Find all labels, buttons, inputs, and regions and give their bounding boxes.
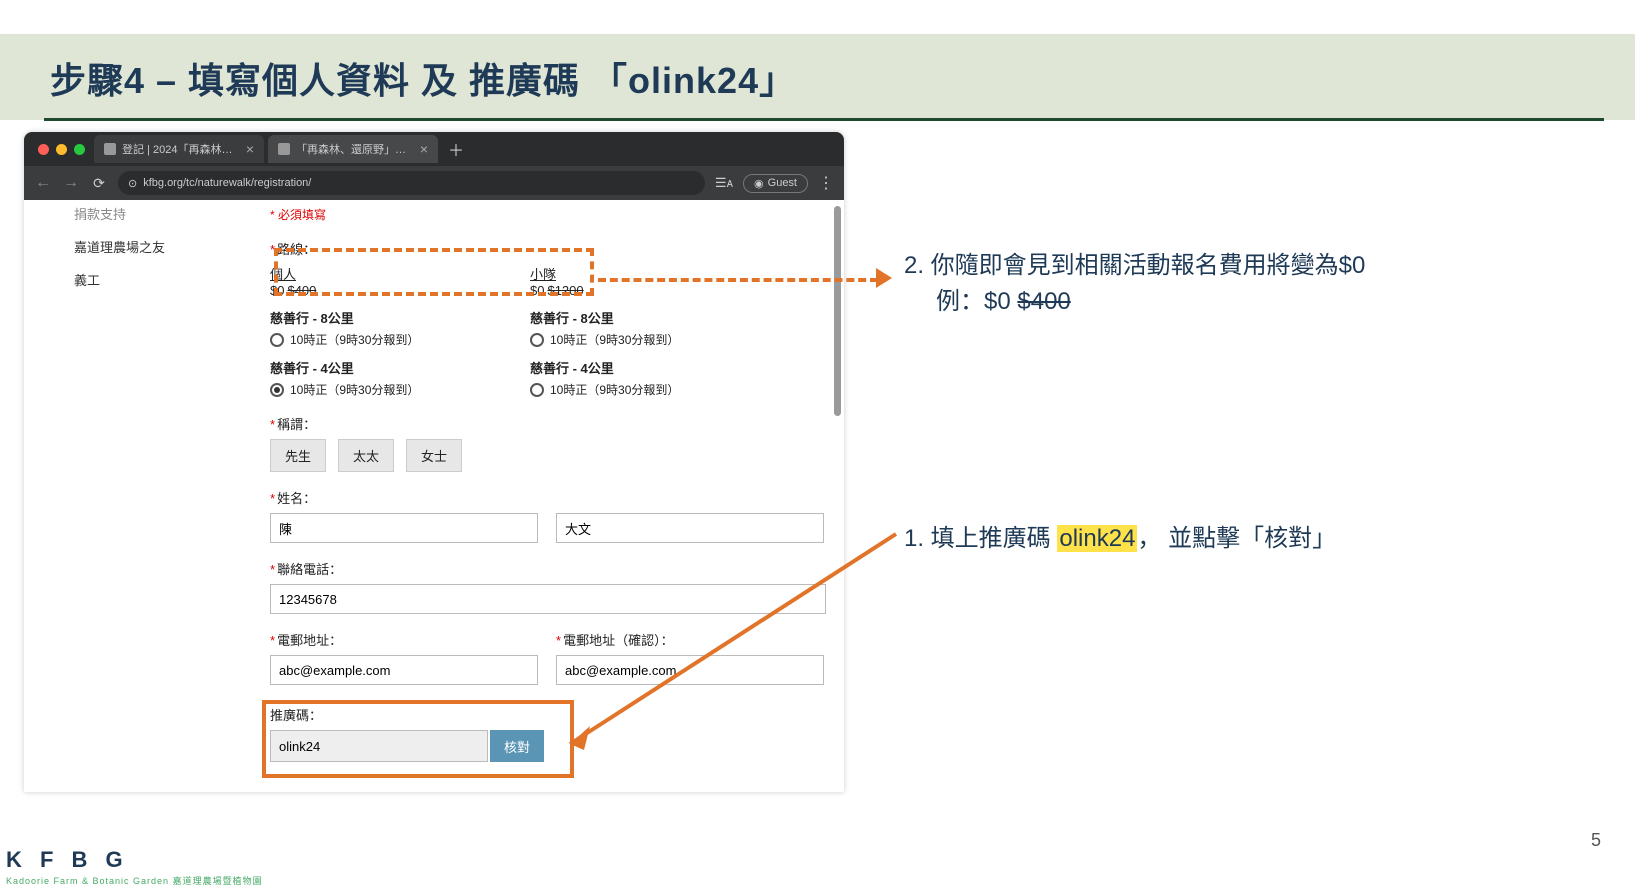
annotation-2: 2. 你隨即會見到相關活動報名費用將變為$0 例：$0 $400 xyxy=(904,248,1365,320)
annotation-2-line1: 2. 你隨即會見到相關活動報名費用將變為$0 xyxy=(904,248,1365,284)
salutation-ms[interactable]: 女士 xyxy=(406,439,462,472)
tab-bar: 登記 | 2024「再森林．還原野」 × 「再森林、還原野」慈善行及跑 × ＋ xyxy=(94,132,464,166)
minimize-icon[interactable] xyxy=(56,144,67,155)
radio-icon xyxy=(270,333,284,347)
salutation-label: *稱謂： xyxy=(270,414,830,433)
annotation-1: 1. 填上推廣碼 olink24， 並點擊「核對」 xyxy=(904,518,1336,553)
dash-arrow xyxy=(598,278,878,282)
sidebar-item[interactable]: 嘉道理農場之友 xyxy=(74,237,194,256)
sidebar-item[interactable]: 捐款支持 xyxy=(74,204,194,223)
lock-icon: ⊙ xyxy=(128,177,137,190)
annotation-1-prefix: 1. 填上推廣碼 xyxy=(904,525,1057,552)
surname-input[interactable] xyxy=(270,513,538,543)
url-text: kfbg.org/tc/naturewalk/registration/ xyxy=(143,177,311,189)
menu-icon[interactable]: ⋮ xyxy=(818,173,834,193)
event-8km-head: 慈善行 - 8公里 xyxy=(270,308,450,327)
radio-label: 10時正（9時30分報到） xyxy=(550,381,679,398)
person-icon: ◉ xyxy=(754,177,764,190)
salutation-mr[interactable]: 先生 xyxy=(270,439,326,472)
guest-label: Guest xyxy=(768,177,797,189)
promo-highlight-box xyxy=(262,700,574,778)
new-tab-button[interactable]: ＋ xyxy=(448,137,464,161)
forward-icon[interactable]: → xyxy=(62,174,80,192)
sidebar-item[interactable]: 義工 xyxy=(74,270,194,289)
browser-toolbar: ← → ⟳ ⊙ kfbg.org/tc/naturewalk/registrat… xyxy=(24,166,844,200)
event-4km-head: 慈善行 - 4公里 xyxy=(270,358,450,377)
browser-tab-1[interactable]: 登記 | 2024「再森林．還原野」 × xyxy=(94,135,264,163)
solid-arrow xyxy=(560,530,900,780)
translate-icon[interactable]: ☰ᴀ xyxy=(715,175,733,191)
annotation-2-line2-strike: $400 xyxy=(1017,288,1070,315)
email-label: *電郵地址： xyxy=(270,630,538,649)
tab-title: 「再森林、還原野」慈善行及跑 xyxy=(296,141,410,157)
favicon-icon xyxy=(278,143,290,155)
close-icon[interactable] xyxy=(38,144,49,155)
dash-highlight-price xyxy=(274,248,594,296)
arrow-head-icon xyxy=(876,268,892,288)
event-4km-head: 慈善行 - 4公里 xyxy=(530,358,710,377)
back-icon[interactable]: ← xyxy=(34,174,52,192)
radio-icon xyxy=(530,383,544,397)
guest-button[interactable]: ◉ Guest xyxy=(743,174,808,193)
logo-subtitle: Kadoorie Farm & Botanic Garden 嘉道理農場暨植物園 xyxy=(6,874,263,887)
event-8km-head: 慈善行 - 8公里 xyxy=(530,308,710,327)
close-tab-icon[interactable]: × xyxy=(246,141,254,157)
maximize-icon[interactable] xyxy=(74,144,85,155)
radio-label: 10時正（9時30分報到） xyxy=(550,331,679,348)
page-number: 5 xyxy=(1591,830,1601,851)
radio-icon xyxy=(270,383,284,397)
annotation-1-suffix: ， 並點擊「核對」 xyxy=(1137,525,1336,552)
radio-icon xyxy=(530,333,544,347)
annotation-2-line2-prefix: 例：$0 xyxy=(936,288,1017,315)
slide-title: 步驟4 – 填寫個人資料 及 推廣碼 「olink24」 xyxy=(50,52,796,104)
name-label: *姓名： xyxy=(270,488,830,507)
salutation-mrs[interactable]: 太太 xyxy=(338,439,394,472)
url-bar[interactable]: ⊙ kfbg.org/tc/naturewalk/registration/ xyxy=(118,171,705,195)
email-input[interactable] xyxy=(270,655,538,685)
tab-title: 登記 | 2024「再森林．還原野」 xyxy=(122,141,236,157)
radio-8km-individual[interactable]: 10時正（9時30分報到） xyxy=(270,331,450,348)
close-tab-icon[interactable]: × xyxy=(420,141,428,157)
reload-icon[interactable]: ⟳ xyxy=(90,175,108,192)
title-rule xyxy=(44,118,1604,121)
radio-8km-team[interactable]: 10時正（9時30分報到） xyxy=(530,331,710,348)
page-sidebar: 捐款支持 嘉道理農場之友 義工 xyxy=(74,204,194,303)
required-note: * 必須填寫 xyxy=(270,206,830,223)
radio-4km-team[interactable]: 10時正（9時30分報到） xyxy=(530,381,710,398)
browser-tab-2[interactable]: 「再森林、還原野」慈善行及跑 × xyxy=(268,135,438,163)
logo: K F B G xyxy=(6,847,129,873)
radio-4km-individual[interactable]: 10時正（9時30分報到） xyxy=(270,381,450,398)
favicon-icon xyxy=(104,143,116,155)
annotation-1-code: olink24 xyxy=(1057,525,1137,552)
radio-label: 10時正（9時30分報到） xyxy=(290,331,419,348)
scrollbar[interactable] xyxy=(834,206,841,416)
window-controls xyxy=(38,144,85,155)
radio-label: 10時正（9時30分報到） xyxy=(290,381,419,398)
